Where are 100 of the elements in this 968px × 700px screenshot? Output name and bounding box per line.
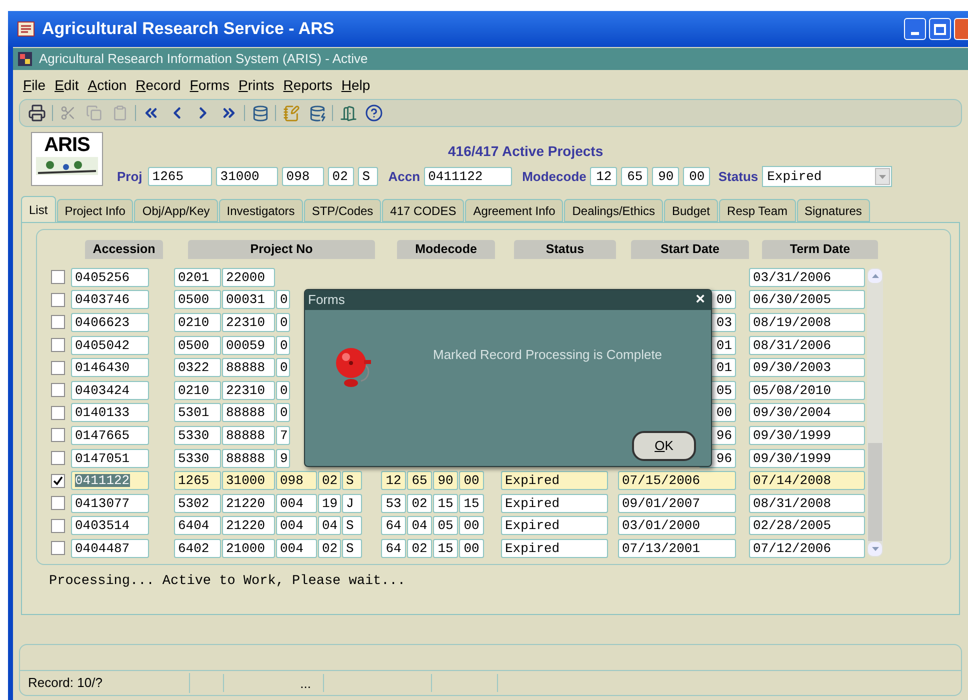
modecode-field[interactable]: 65 <box>621 167 648 186</box>
project-number-cell[interactable]: S <box>342 516 362 536</box>
modecode-field[interactable]: 90 <box>652 167 680 186</box>
project-number-cell[interactable]: 31000 <box>222 471 275 490</box>
menu-item[interactable]: Action <box>88 75 127 96</box>
term-date-cell[interactable]: 09/30/2004 <box>749 403 865 422</box>
scroll-down-icon[interactable] <box>868 542 882 556</box>
project-number-cell[interactable]: 00059 <box>222 336 275 355</box>
modecode-cell[interactable]: 00 <box>459 538 484 558</box>
term-date-cell[interactable]: 08/19/2008 <box>749 312 865 332</box>
project-number-cell[interactable]: 5301 <box>174 403 221 422</box>
term-date-cell[interactable]: 07/12/2006 <box>749 538 865 558</box>
project-number-cell[interactable]: 0500 <box>174 290 221 310</box>
print-icon[interactable] <box>26 102 48 124</box>
tab[interactable]: 417 CODES <box>382 199 464 222</box>
project-number-cell[interactable]: 1265 <box>174 471 221 490</box>
project-number-cell[interactable]: 5330 <box>174 448 221 468</box>
project-number-cell[interactable]: 004 <box>276 516 317 536</box>
term-date-cell[interactable]: 05/08/2010 <box>749 380 865 400</box>
modecode-cell[interactable]: 05 <box>433 516 458 536</box>
start-date-cell[interactable]: 03/01/2000 <box>618 516 736 536</box>
project-number-cell[interactable]: 004 <box>276 494 317 513</box>
row-checkbox[interactable] <box>51 451 65 466</box>
modecode-cell[interactable]: 65 <box>407 471 432 490</box>
menu-item[interactable]: File <box>23 75 46 96</box>
term-date-cell[interactable]: 02/28/2005 <box>749 516 865 536</box>
project-number-cell[interactable]: 21000 <box>222 538 275 558</box>
project-number-cell[interactable]: 0 <box>276 336 290 355</box>
minimize-button[interactable] <box>904 18 926 40</box>
project-number-cell[interactable]: J <box>342 494 362 513</box>
modecode-cell[interactable]: 64 <box>381 516 406 536</box>
row-checkbox[interactable] <box>51 474 65 488</box>
modecode-cell[interactable]: 53 <box>381 494 406 513</box>
proj-field[interactable]: S <box>358 167 378 186</box>
project-number-cell[interactable]: 00031 <box>222 290 275 310</box>
project-number-cell[interactable]: 7 <box>276 426 290 445</box>
maximize-button[interactable] <box>929 18 951 40</box>
project-number-cell[interactable]: 88888 <box>222 403 275 422</box>
proj-field[interactable]: 31000 <box>216 167 278 186</box>
row-checkbox[interactable] <box>51 406 65 420</box>
project-number-cell[interactable]: 9 <box>276 448 290 468</box>
row-checkbox[interactable] <box>51 292 65 307</box>
project-number-cell[interactable]: 0322 <box>174 358 221 378</box>
row-checkbox[interactable] <box>51 360 65 375</box>
project-number-cell[interactable]: 19 <box>318 494 341 513</box>
row-checkbox[interactable] <box>51 496 65 510</box>
project-number-cell[interactable]: S <box>342 538 362 558</box>
modecode-field[interactable]: 00 <box>683 167 710 186</box>
menu-item[interactable]: Prints <box>238 75 274 96</box>
tab[interactable]: STP/Codes <box>304 199 382 222</box>
proj-field[interactable]: 02 <box>328 167 354 186</box>
project-number-cell[interactable]: 0 <box>276 312 290 332</box>
row-checkbox[interactable] <box>51 428 65 442</box>
project-number-cell[interactable]: 88888 <box>222 426 275 445</box>
project-number-cell[interactable]: 6402 <box>174 538 221 558</box>
project-number-cell[interactable]: 0201 <box>174 268 221 287</box>
menu-item[interactable]: Record <box>136 75 181 96</box>
modecode-cell[interactable]: 04 <box>407 516 432 536</box>
menu-item[interactable]: Reports <box>283 75 332 96</box>
modecode-field[interactable]: 12 <box>590 167 618 186</box>
start-date-cell[interactable]: 09/01/2007 <box>618 494 736 513</box>
status-cell[interactable]: Expired <box>501 471 608 490</box>
proj-field[interactable]: 1265 <box>148 167 212 186</box>
project-number-cell[interactable]: 02 <box>318 538 341 558</box>
term-date-cell[interactable]: 08/31/2008 <box>749 494 865 513</box>
row-checkbox[interactable] <box>51 383 65 398</box>
term-date-cell[interactable]: 07/14/2008 <box>749 471 865 490</box>
project-number-cell[interactable]: 004 <box>276 538 317 558</box>
project-number-cell[interactable]: 0 <box>276 380 290 400</box>
term-date-cell[interactable]: 09/30/1999 <box>749 448 865 468</box>
row-checkbox[interactable] <box>51 541 65 556</box>
menu-item[interactable]: Help <box>341 75 370 96</box>
modecode-cell[interactable]: 15 <box>433 538 458 558</box>
scroll-thumb[interactable] <box>868 443 882 541</box>
start-date-cell[interactable]: 07/13/2001 <box>618 538 736 558</box>
status-cell[interactable]: Expired <box>501 538 608 558</box>
status-dropdown[interactable]: Expired <box>762 166 892 187</box>
menu-item[interactable]: Edit <box>54 75 79 96</box>
modecode-cell[interactable]: 02 <box>407 538 432 558</box>
project-number-cell[interactable]: 21220 <box>222 494 275 513</box>
ok-button[interactable]: OK <box>632 431 696 461</box>
row-checkbox[interactable] <box>51 270 65 284</box>
project-number-cell[interactable]: 88888 <box>222 358 275 378</box>
project-number-cell[interactable]: 22000 <box>222 268 275 287</box>
project-number-cell[interactable]: 88888 <box>222 448 275 468</box>
help-icon[interactable] <box>363 102 385 124</box>
row-checkbox[interactable] <box>51 315 65 330</box>
project-number-cell[interactable]: 5302 <box>174 494 221 513</box>
modecode-cell[interactable]: 15 <box>433 494 458 513</box>
project-number-cell[interactable]: 22310 <box>222 380 275 400</box>
term-date-cell[interactable]: 03/31/2006 <box>749 268 865 287</box>
modecode-cell[interactable]: 15 <box>459 494 484 513</box>
term-date-cell[interactable]: 06/30/2005 <box>749 290 865 310</box>
modecode-cell[interactable]: 64 <box>381 538 406 558</box>
row-checkbox[interactable] <box>51 518 65 533</box>
accession-value[interactable]: 0411122 <box>75 474 130 488</box>
tab[interactable]: Agreement Info <box>465 199 564 222</box>
project-number-cell[interactable]: 0 <box>276 290 290 310</box>
project-number-cell[interactable]: 04 <box>318 516 341 536</box>
project-number-cell[interactable]: 21220 <box>222 516 275 536</box>
